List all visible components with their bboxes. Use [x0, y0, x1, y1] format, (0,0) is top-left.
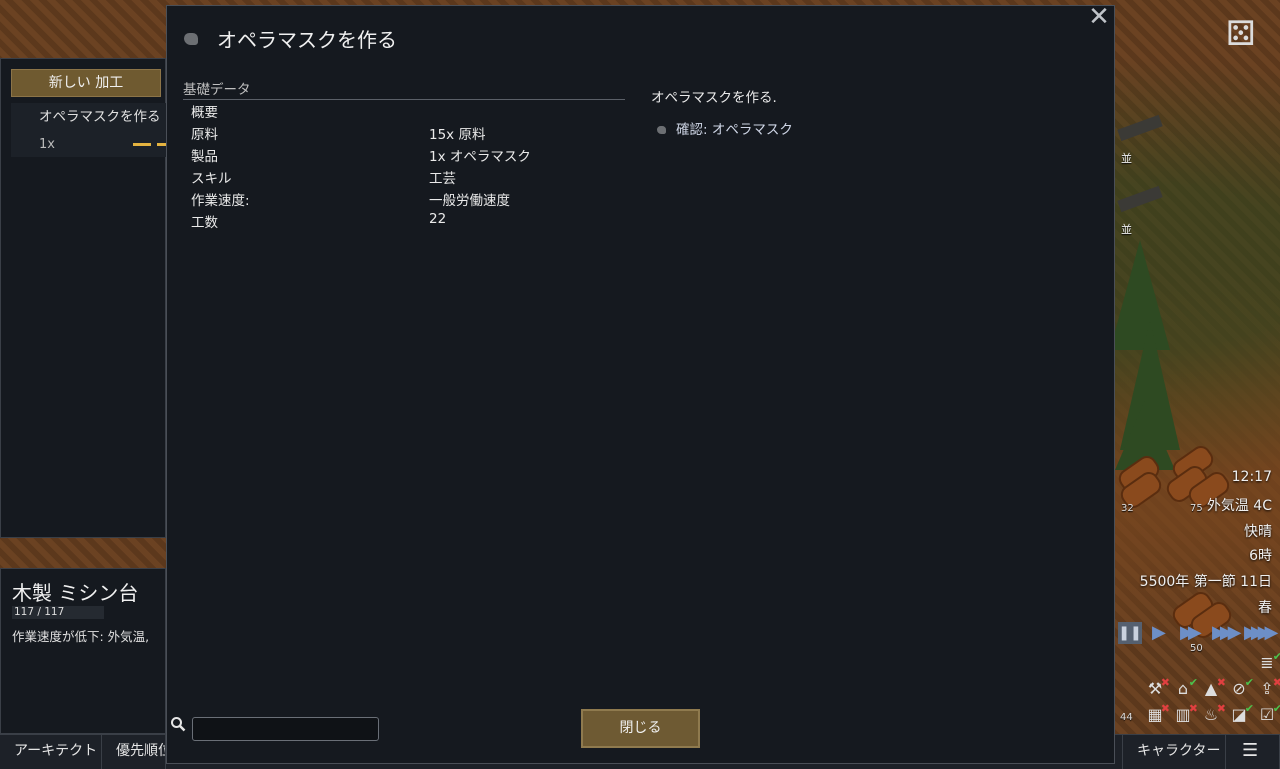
date: 5500年 第一節 11日	[1139, 574, 1272, 590]
speed-controls: ❚❚ ▶ ▶▶ ▶▶▶ ▶▶▶▶	[1118, 622, 1278, 646]
bill-row[interactable]: オペラマスクを作る 1x	[11, 103, 173, 157]
item-description: オペラマスクを作る.	[651, 90, 777, 106]
pause-button[interactable]: ❚❚	[1118, 622, 1142, 644]
tab-architect[interactable]: アーキテクト	[0, 735, 102, 769]
play-settings-toggles: ≣ ✔ ⚒ ✖ ⌂ ✔ ▲ ✖ ⊘ ✔ ⇪ ✖ ▦ ✖ ▥ ✖ ♨ ✖ ◪ ✔ ☑ ✔	[1142, 650, 1280, 730]
quality-label: 並	[1121, 152, 1132, 165]
roof-icon[interactable]: ⇪ ✖	[1256, 676, 1280, 700]
mask-icon	[657, 126, 666, 134]
stat-value: 工芸	[429, 171, 456, 187]
fast-forward-button[interactable]: ▶▶	[1180, 622, 1202, 644]
stat-label: 概要	[191, 105, 218, 121]
temperature-icon[interactable]: ♨ ✖	[1200, 702, 1226, 726]
auto-repair-icon[interactable]: ⚒ ✖	[1144, 676, 1170, 700]
stat-label: 製品	[191, 149, 218, 165]
section-header: 基礎データ	[183, 78, 625, 100]
dice-icon[interactable]: ⚄	[1226, 14, 1268, 54]
outdoor-temperature: 外気温 4C	[1206, 498, 1272, 514]
weather: 快晴	[1244, 524, 1272, 540]
beauty-icon[interactable]: ▥ ✖	[1172, 702, 1198, 726]
stat-label: 工数	[191, 215, 218, 231]
tab-priorities[interactable]: 優先順位	[102, 735, 166, 769]
bill-name: オペラマスクを作る	[39, 109, 161, 125]
stack-count: 44	[1120, 712, 1133, 723]
new-bill-button[interactable]: 新しい 加工	[11, 69, 161, 97]
superfast-button[interactable]: ▶▶▶	[1212, 622, 1241, 644]
stat-row[interactable]: スキル 工芸	[191, 167, 621, 189]
stat-label: 作業速度:	[191, 193, 250, 209]
season: 春	[1258, 600, 1272, 616]
quality-label: 並	[1121, 223, 1132, 236]
stack-count: 75	[1190, 503, 1203, 514]
stat-value: 22	[429, 211, 447, 227]
grid-icon[interactable]: ▦ ✖	[1144, 702, 1170, 726]
stat-label: スキル	[191, 171, 232, 187]
home-area-icon[interactable]: ⌂ ✔	[1172, 676, 1198, 700]
confirm-label: 確認: オペラマスク	[676, 122, 793, 138]
mask-icon	[184, 33, 198, 45]
zone-icon[interactable]: ◪ ✔	[1228, 702, 1254, 726]
stat-row[interactable]: 工数 22	[191, 211, 621, 233]
hour: 6時	[1249, 548, 1272, 564]
confirm-link[interactable]: 確認: オペラマスク	[657, 118, 793, 138]
stat-row[interactable]: 作業速度: 一般労働速度	[191, 189, 621, 211]
play-button[interactable]: ▶	[1152, 622, 1166, 644]
inspect-panel: 木製 ミシン台 117 / 117 作業速度が低下: 外気温,	[0, 568, 166, 734]
bill-count[interactable]: 1x	[39, 137, 55, 152]
stat-value: 1x オペラマスク	[429, 149, 531, 165]
inspect-note: 作業速度が低下: 外気温,	[12, 629, 150, 644]
auto-rebuild-icon[interactable]: ▲ ✖	[1200, 676, 1226, 700]
hp-value: 117 / 117	[14, 606, 65, 618]
stat-label: 原料	[191, 127, 218, 143]
ultrafast-button[interactable]: ▶▶▶▶	[1244, 622, 1278, 644]
no-shoot-icon[interactable]: ⊘ ✔	[1228, 676, 1254, 700]
inspect-title: 木製 ミシン台	[12, 581, 139, 605]
search-icon	[171, 717, 186, 732]
stat-row[interactable]: 原料 15x 原料	[191, 123, 621, 145]
info-dialog: ✕ オペラマスクを作る 基礎データ 概要 原料 15x 原料 製品 1x オペラ…	[166, 4, 1115, 764]
tab-characters[interactable]: キャラクター	[1122, 735, 1226, 769]
dialog-title: オペラマスクを作る	[217, 28, 397, 52]
stat-value: 15x 原料	[429, 127, 486, 143]
clock-time: 12:17	[1231, 469, 1272, 485]
search-input[interactable]	[192, 717, 379, 741]
stat-value: 一般労働速度	[429, 193, 510, 209]
stat-row[interactable]: 概要	[191, 101, 621, 123]
stack-count: 32	[1121, 503, 1134, 514]
bill-panel: 新しい 加工 オペラマスクを作る 1x	[0, 58, 173, 538]
menu-icon[interactable]: ☰	[1226, 735, 1280, 769]
close-icon[interactable]: ✕	[1086, 4, 1112, 30]
checklist-icon[interactable]: ☑ ✔	[1256, 702, 1280, 726]
close-button[interactable]: 閉じる	[581, 709, 700, 748]
stat-row[interactable]: 製品 1x オペラマスク	[191, 145, 621, 167]
log-icon[interactable]: ≣ ✔	[1256, 650, 1280, 674]
